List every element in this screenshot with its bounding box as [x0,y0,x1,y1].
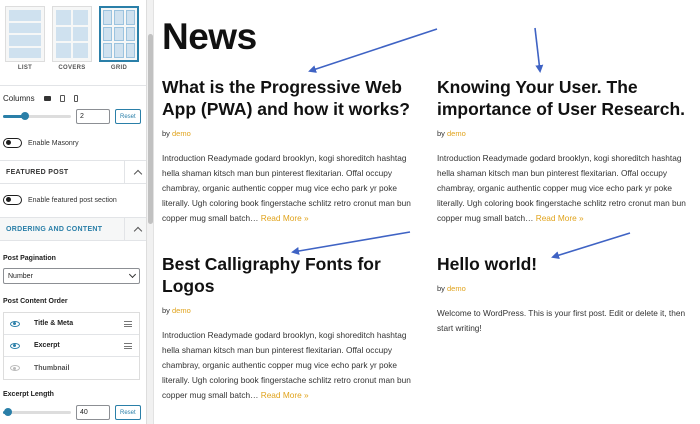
order-item-label: Thumbnail [34,364,70,372]
order-item-label: Excerpt [34,342,60,349]
section-title: ORDERING AND CONTENT [6,225,103,233]
byline-prefix: by [437,284,445,293]
columns-reset-button[interactable]: Reset [115,109,141,124]
excerpt-reset-button[interactable]: Reset [115,405,141,420]
byline-prefix: by [437,129,445,138]
author-link[interactable]: demo [172,306,191,315]
post-byline: by demo [437,284,695,293]
visibility-eye-icon[interactable] [10,365,20,371]
read-more-link[interactable]: Read More » [261,213,309,223]
columns-label: Columns [3,94,35,103]
drag-handle-icon[interactable] [124,321,132,329]
pagination-value: Number [8,272,33,280]
featured-post-toggle[interactable] [3,195,22,205]
post-title-link[interactable]: Hello world! [437,253,695,275]
post-byline: by demo [162,129,420,138]
pagination-select[interactable]: Number [3,268,140,284]
byline-prefix: by [162,129,170,138]
post-card: Hello world! by demo Welcome to WordPres… [437,253,695,336]
excerpt-length-label: Excerpt Length [3,391,54,398]
featured-toggle-label: Enable featured post section [28,196,117,204]
post-card: Knowing Your User. The importance of Use… [437,76,695,226]
drag-handle-icon[interactable] [124,343,132,351]
chevron-up-icon [133,169,143,178]
page-title: News [162,16,257,57]
visibility-eye-icon[interactable] [10,320,20,327]
columns-range-row: Reset [3,109,141,124]
site-preview: News What is the Progressive Web App (PW… [155,0,700,424]
divider [0,85,146,86]
post-excerpt: Introduction Readymade godard brooklyn, … [162,328,420,403]
visibility-eye-icon[interactable] [10,342,20,349]
divider [0,183,146,184]
post-card: What is the Progressive Web App (PWA) an… [162,76,420,226]
excerpt-range-row: Reset [3,405,141,420]
masonry-label: Enable Masonry [28,139,79,147]
post-title-link[interactable]: Knowing Your User. The importance of Use… [437,76,695,120]
layout-option-covers[interactable]: COVERS [52,6,92,71]
content-order-list: Title & Meta Excerpt Thumbnail [3,312,140,380]
sidebar-scrollbar[interactable] [147,0,154,424]
list-layout-icon [5,6,45,62]
tablet-icon[interactable] [59,95,65,102]
layout-label: COVERS [58,65,86,71]
post-title-link[interactable]: What is the Progressive Web App (PWA) an… [162,76,420,120]
divider [124,161,125,183]
layout-option-list[interactable]: LIST [5,6,45,71]
layout-options: LIST COVERS GRID [5,6,139,71]
excerpt-length-slider[interactable] [3,408,71,416]
desktop-icon[interactable] [43,96,51,101]
order-item-thumbnail[interactable]: Thumbnail [4,357,139,379]
chevron-down-icon [128,270,137,279]
layout-label: GRID [110,65,128,71]
chevron-up-icon [133,226,143,235]
columns-slider[interactable] [3,112,71,120]
post-byline: by demo [162,306,420,315]
order-item-excerpt[interactable]: Excerpt [4,335,139,357]
read-more-link[interactable]: Read More » [261,390,309,400]
post-excerpt: Welcome to WordPress. This is your first… [437,306,695,336]
author-link[interactable]: demo [172,129,191,138]
divider [0,240,146,241]
section-title: FEATURED POST [6,168,69,176]
layout-label: LIST [17,65,33,71]
order-item-label: Title & Meta [34,320,74,327]
divider [124,218,125,240]
customizer-sidebar: LIST COVERS GRID Columns Rese [0,0,147,424]
read-more-link[interactable]: Read More » [536,213,584,223]
masonry-toggle-row: Enable Masonry [3,138,79,148]
post-title-link[interactable]: Best Calligraphy Fonts for Logos [162,253,420,297]
columns-number-input[interactable] [76,109,110,124]
excerpt-text: Welcome to WordPress. This is your first… [437,308,686,333]
excerpt-length-input[interactable] [76,405,110,420]
byline-prefix: by [162,306,170,315]
author-link[interactable]: demo [447,129,466,138]
post-excerpt: Introduction Readymade godard brooklyn, … [162,151,420,226]
post-byline: by demo [437,129,695,138]
order-item-title-meta[interactable]: Title & Meta [4,313,139,335]
columns-slider-handle[interactable] [21,112,30,120]
featured-toggle-row: Enable featured post section [3,195,117,205]
post-card: Best Calligraphy Fonts for Logos by demo… [162,253,420,403]
pagination-label: Post Pagination [3,255,56,262]
mobile-icon[interactable] [73,95,78,102]
covers-layout-icon [52,6,92,62]
content-order-label: Post Content Order [3,298,68,305]
layout-option-grid[interactable]: GRID [99,6,139,71]
author-link[interactable]: demo [447,284,466,293]
scrollbar-thumb[interactable] [148,34,153,224]
columns-control: Columns [3,94,78,103]
post-excerpt: Introduction Readymade godard brooklyn, … [437,151,695,226]
grid-layout-icon [99,6,139,62]
masonry-toggle[interactable] [3,138,22,148]
excerpt-slider-handle[interactable] [4,408,13,416]
